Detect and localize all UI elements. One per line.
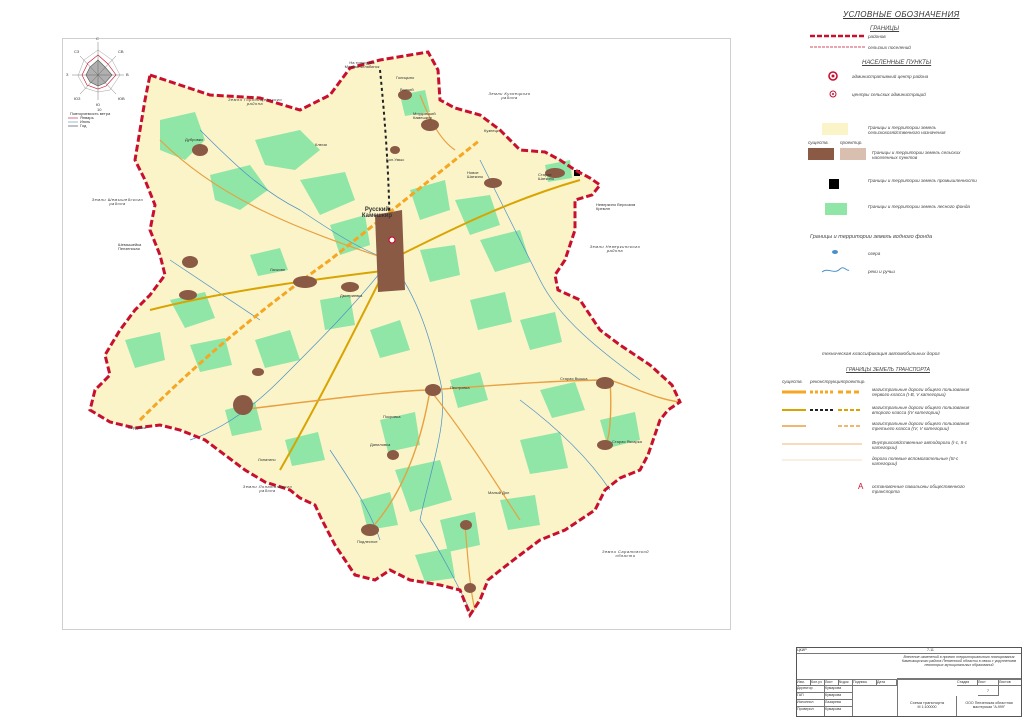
title-block: ЦКИР 7-11 Внесение изменений в проект те… [796,647,1022,717]
place-label: Старая Яксарка [612,439,642,444]
land-label-saratov: Земли Саратовской области [602,549,649,559]
wind-dir-e: В [126,72,129,77]
place-label: Ключи [315,142,327,147]
legend-road-4: Внутрихозяйственные автодороги (I-с, II-… [872,440,968,450]
road-swatches [782,390,862,461]
agri-swatch [822,123,848,135]
stamp-name: Лазарева [825,700,853,707]
wind-dir-ne: СВ [118,49,124,54]
industry-swatch [829,179,839,189]
stamp-name: Кумарова [825,693,853,700]
stamp-stage-label: Стадия [957,680,978,686]
place-label: Сердобск [128,425,146,430]
land-label-shemysheyka: Земли Шемышейского района [91,197,144,207]
legend-transport-header: ГРАНИЦЫ ЗЕМЕЛЬ ТРАНСПОРТА [846,367,930,373]
legend-boundaries-header: ГРАНИЦЫ [870,26,900,32]
district-center-label: Русский Камешкир [361,207,393,219]
legend-projected: проектир. [840,140,863,145]
legend-rivers: реки и ручьи [868,269,895,274]
legend-boundary-district: районов [868,34,886,39]
stamp-project-title: Внесение изменений в проект территориаль… [897,655,1021,679]
place-label: Малый Дол [488,490,510,495]
place-label: Шемышейка Пензенская [118,242,142,252]
legend-road-projected: проектир. [843,379,866,384]
wind-dir-nw: СЗ [74,49,80,54]
place-label: Волчий [400,87,414,92]
legend-road-class-header: техническая классификация автомобильных … [822,352,940,357]
wind-dir-n: С [96,36,99,41]
admin-center-marker [388,236,396,244]
boundary-swatches [810,34,866,48]
place-label: Старая Вышка [560,376,588,381]
legend-admin-center: административный центр района [852,74,929,79]
legend-lakes: озера [868,251,881,256]
legend-rural-admin-center: центры сельских администраций [852,92,926,97]
wind-legend-year: Год [80,123,87,128]
place-label: Пестровка [450,385,470,390]
legend-bus-stop: остановочные павильоны общественного тра… [872,484,965,494]
land-label-neverkino: Земли Неверкинского района [589,244,641,254]
legend-settlement-lands: Границы и территории земель сельских нас… [872,150,961,160]
stamp-org: ООО Пензенская областная мастерская "А-9… [965,701,1013,709]
legend-agri: Границы и территории земель сельскохозяй… [868,125,946,135]
legend-forest: Границы и территории земель лесного фонд… [868,204,970,209]
settlement-projected-swatch [840,148,866,160]
legend-road-2: магистральные дороги общего пользования … [872,405,970,415]
stamp-name: Кумарова [825,707,853,716]
stamp-sheet-number: 7 [978,686,999,696]
place-label: Голицыно [396,75,415,80]
legend-road-1: магистральные дороги общего пользования … [872,387,970,397]
legend-settlements-header: НАСЕЛЕННЫЕ ПУНКТЫ [862,60,932,66]
forest-swatch [825,203,847,215]
legend-road-5: дороги полевые вспомогательные (III-с ка… [872,456,959,466]
legend-existing: существ. [808,140,829,145]
place-label: Старое Шаткино [538,172,555,182]
land-label-gorodishche: Земли Городищенского района [227,97,283,107]
settlement-russkiy-kameshkir [375,210,405,292]
bus-stop-symbol: А [858,482,864,491]
legend-water-header: Границы и территории земель водного фонд… [810,234,933,240]
place-label: Кузнецк [484,128,499,133]
road-label-m5: На трассу М5 Москва-Челябинск [344,60,380,70]
district-map[interactable] [0,0,1024,720]
stamp-name: Кумарова [825,686,853,693]
stamp-drawing-title: Схема транспорта М 1:100000 [898,696,957,716]
place-label: Подлесное [357,539,378,544]
place-label: Дубровки [185,137,203,142]
stamp-sheet-code: 7-11 [887,648,1021,654]
stamp-sheets-label: Листов [999,680,1021,686]
place-label: Даниловка [370,442,391,447]
wind-dir-sw: ЮЗ [74,96,81,101]
place-label: Лопатино [258,457,276,462]
wind-dir-se: ЮВ [118,96,125,101]
land-label-lopatino: Земли Лопатинского района [242,484,293,494]
legend-boundary-rural: сельских поселений [868,45,911,50]
stamp-role: Проверил [797,707,825,716]
wind-dir-w: З [66,72,69,77]
place-label: Новое Шаткино [467,170,484,180]
place-label: Мордовский Камешкир [413,111,436,121]
legend-title: УСЛОВНЫЕ ОБОЗНАЧЕНИЯ [843,10,960,19]
place-label: Неверкино Верхозим Кремлн [596,202,636,212]
stamp-role: ГАП [797,693,825,700]
stamp-code: ЦКИР [797,648,887,654]
water-swatches [821,250,850,273]
legend-industry: Границы и территории земель промышленнос… [868,178,977,183]
place-label: Покровка [383,414,401,419]
legend-road-existing: существ. [782,379,803,384]
place-label: Лачкове [270,267,286,272]
stamp-role: Директор [797,686,825,693]
legend-road-reconstruction: реконструкция [810,379,843,384]
settlement-existing-swatch [808,148,834,160]
land-label-kuznetsk: Земли Кузнецкого района [488,91,531,101]
settlement-markers [828,71,838,98]
legend-road-3: магистральные дороги общего пользования … [872,421,970,431]
place-label: Бол.Умыс [386,157,405,162]
place-label: Дмитриевка [340,293,363,298]
stamp-role: Исполнил [797,700,825,707]
